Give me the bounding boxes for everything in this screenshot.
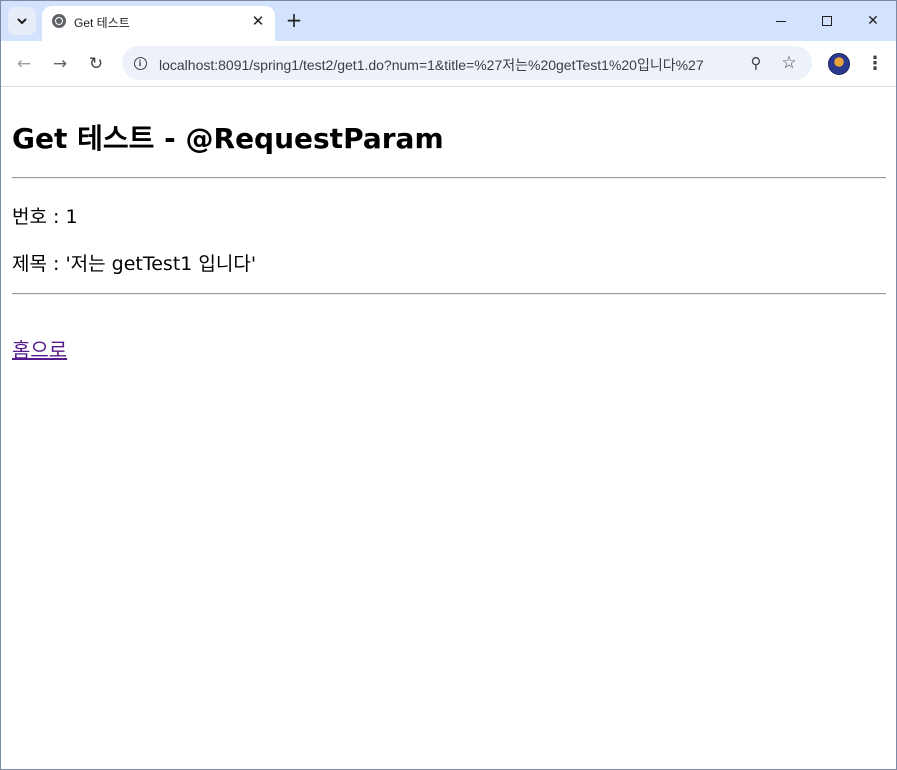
reload-icon: ↻	[88, 54, 104, 74]
home-link[interactable]: 홈으로	[12, 334, 67, 363]
new-tab-button[interactable]: +	[283, 9, 305, 31]
num-line: 번호 : 1	[12, 206, 78, 228]
browser-window: Get 테스트 ✕ + ✕ ← → ↻ i localhost:8091/spr…	[0, 0, 897, 770]
kebab-menu-icon[interactable]: ⋮	[863, 50, 887, 78]
globe-icon	[52, 14, 66, 28]
avatar[interactable]	[828, 53, 850, 75]
maximize-icon	[822, 16, 832, 26]
zoom-icon[interactable]: ⚲	[746, 53, 766, 73]
tab-strip: Get 테스트 ✕ + ✕	[1, 1, 896, 41]
minimize-icon	[776, 20, 786, 22]
close-window-button[interactable]: ✕	[850, 7, 896, 35]
reload-button[interactable]: ↻	[82, 50, 110, 78]
star-icon[interactable]: ☆	[779, 53, 799, 73]
address-bar[interactable]: i localhost:8091/spring1/test2/get1.do?n…	[122, 46, 812, 80]
tab-title: Get 테스트	[74, 16, 130, 30]
site-info-button[interactable]: i	[130, 53, 150, 73]
tab-active[interactable]: Get 테스트 ✕	[42, 6, 275, 41]
back-button[interactable]: ←	[10, 50, 38, 78]
arrow-left-icon: ←	[16, 54, 32, 74]
chevron-down-icon	[17, 18, 27, 24]
url-text[interactable]: localhost:8091/spring1/test2/get1.do?num…	[159, 55, 704, 75]
tab-search-button[interactable]	[8, 7, 36, 35]
arrow-right-icon: →	[52, 54, 68, 74]
browser-toolbar: ← → ↻ i localhost:8091/spring1/test2/get…	[1, 41, 896, 87]
forward-button[interactable]: →	[46, 50, 74, 78]
maximize-button[interactable]	[804, 7, 850, 35]
minimize-button[interactable]	[758, 7, 804, 35]
tab-close-icon[interactable]: ✕	[248, 11, 268, 31]
title-line: 제목 : '저는 getTest1 입니다'	[12, 253, 257, 275]
page-title: Get 테스트 - @RequestParam	[12, 122, 444, 155]
divider	[12, 293, 886, 295]
info-icon: i	[133, 56, 147, 70]
divider	[12, 177, 886, 179]
page-content: Get 테스트 - @RequestParam 번호 : 1 제목 : '저는 …	[1, 88, 896, 769]
